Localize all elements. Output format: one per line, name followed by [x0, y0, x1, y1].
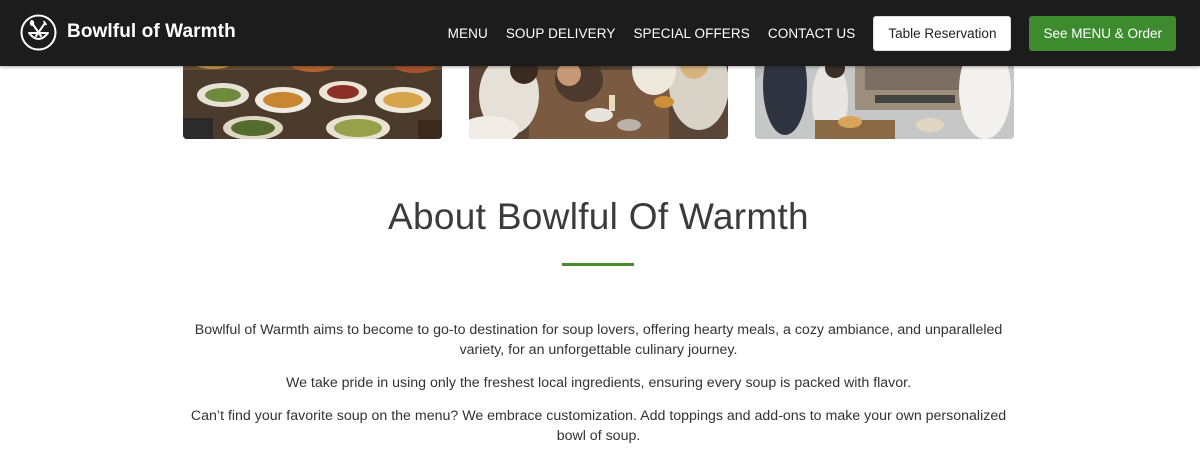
about-paragraph: Can’t find your favorite soup on the men…	[190, 408, 1007, 444]
main-nav: MENU SOUP DELIVERY SPECIAL OFFERS CONTAC…	[448, 0, 1200, 66]
see-menu-order-button[interactable]: See MENU & Order	[1029, 15, 1176, 51]
about-paragraph: Bowlful of Warmth aims to become to go-t…	[194, 322, 1003, 358]
bowl-spoon-fork-icon	[20, 14, 57, 51]
brand-name: Bowlful of Warmth	[67, 21, 236, 42]
site-header: Bowlful of Warmth MENU SOUP DELIVERY SPE…	[0, 0, 1200, 66]
nav-soup-delivery-link[interactable]: SOUP DELIVERY	[506, 26, 616, 41]
about-title: About Bowlful Of Warmth	[388, 196, 809, 237]
table-reservation-button[interactable]: Table Reservation	[873, 15, 1012, 51]
nav-menu-link[interactable]: MENU	[448, 26, 488, 41]
title-divider	[562, 263, 634, 266]
about-paragraph: We take pride in using only the freshest…	[285, 375, 912, 391]
brand-link[interactable]: Bowlful of Warmth	[20, 13, 236, 51]
nav-contact-us-link[interactable]: CONTACT US	[768, 26, 856, 41]
nav-special-offers-link[interactable]: SPECIAL OFFERS	[633, 26, 749, 41]
